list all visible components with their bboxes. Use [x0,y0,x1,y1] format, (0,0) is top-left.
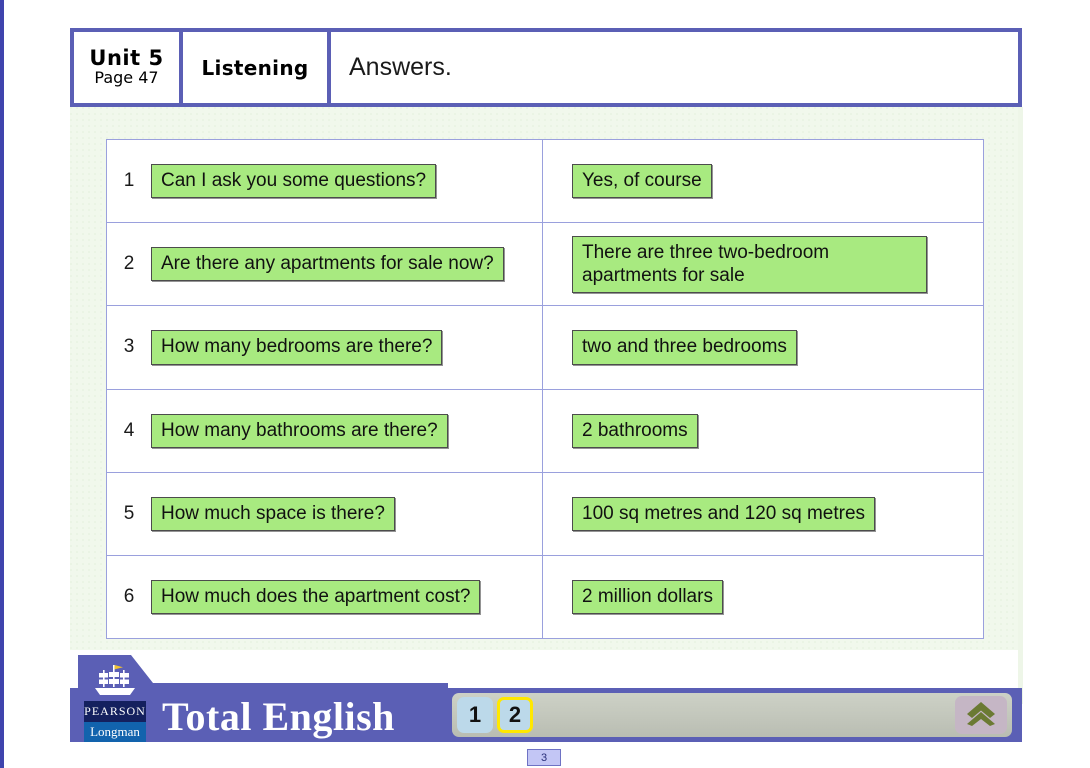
question-chip: How much space is there? [151,496,395,531]
table-row: 6 How much does the apartment cost? 2 mi… [107,555,983,639]
answer-cell: Yes, of course [543,140,983,222]
question-cell: How many bedrooms are there? [151,306,543,389]
scroll-up-button[interactable] [955,696,1007,734]
answer-chip: two and three bedrooms [572,330,797,365]
pearson-ship-icon [87,661,143,701]
answer-cell: two and three bedrooms [543,306,983,388]
row-number: 2 [123,253,135,275]
page-title: Answers. [349,53,452,81]
page-button-2[interactable]: 2 [497,697,533,733]
double-chevron-up-icon [964,700,998,730]
qa-table: 1 Can I ask you some questions? Yes, of … [106,139,984,639]
answer-cell: 2 bathrooms [543,390,983,472]
slide-viewer: Unit 5 Page 47 Listening Answers. 1 Can … [0,0,1090,768]
header-title-cell: Answers. [331,32,1018,103]
question-chip: Are there any apartments for sale now? [151,247,504,282]
table-row: 1 Can I ask you some questions? Yes, of … [107,140,983,224]
question-cell: Can I ask you some questions? [151,140,543,223]
slide-number-badge: 3 [527,749,561,766]
question-chip: How many bathrooms are there? [151,413,448,448]
header-skill-cell: Listening [183,32,327,103]
answer-chip: 2 bathrooms [572,413,698,448]
question-cell: How much does the apartment cost? [151,555,543,639]
answer-chip: There are three two-bedroom apartments f… [572,235,927,293]
pearson-wordmark: PEARSON [84,701,146,723]
pearson-logo: PEARSON Longman [84,659,146,742]
page-label: Page 47 [94,68,159,88]
table-row: 5 How much space is there? 100 sq metres… [107,472,983,556]
page-button-1[interactable]: 1 [457,697,493,733]
answer-chip: Yes, of course [572,164,712,199]
longman-wordmark: Longman [84,722,146,742]
answer-cell: 100 sq metres and 120 sq metres [543,473,983,555]
table-row: 2 Are there any apartments for sale now?… [107,223,983,307]
skill-label: Listening [201,55,309,80]
row-number: 3 [123,336,135,358]
row-number: 6 [123,585,135,607]
question-cell: How much space is there? [151,472,543,555]
question-cell: How many bathrooms are there? [151,389,543,472]
table-row: 4 How many bathrooms are there? 2 bathro… [107,389,983,473]
header-unit-cell: Unit 5 Page 47 [74,32,179,103]
row-number: 4 [123,419,135,441]
question-cell: Are there any apartments for sale now? [151,223,543,306]
answer-cell: 2 million dollars [543,556,983,638]
slide-right-edge [1018,107,1023,704]
row-number: 1 [123,170,135,192]
question-chip: How much does the apartment cost? [151,579,481,615]
left-edge-strip [0,0,4,768]
row-number: 5 [123,502,135,524]
question-chip: How many bedrooms are there? [151,330,443,365]
answer-chip: 2 million dollars [572,579,723,615]
navigation-tray: 1 2 [452,693,1012,737]
answer-cell: There are three two-bedroom apartments f… [543,223,983,305]
question-chip: Can I ask you some questions? [151,164,437,199]
course-title: Total English [162,694,395,739]
table-row: 3 How many bedrooms are there? two and t… [107,306,983,390]
slide-header: Unit 5 Page 47 Listening Answers. [70,28,1022,107]
unit-label: Unit 5 [89,46,164,71]
answer-chip: 100 sq metres and 120 sq metres [572,496,876,531]
